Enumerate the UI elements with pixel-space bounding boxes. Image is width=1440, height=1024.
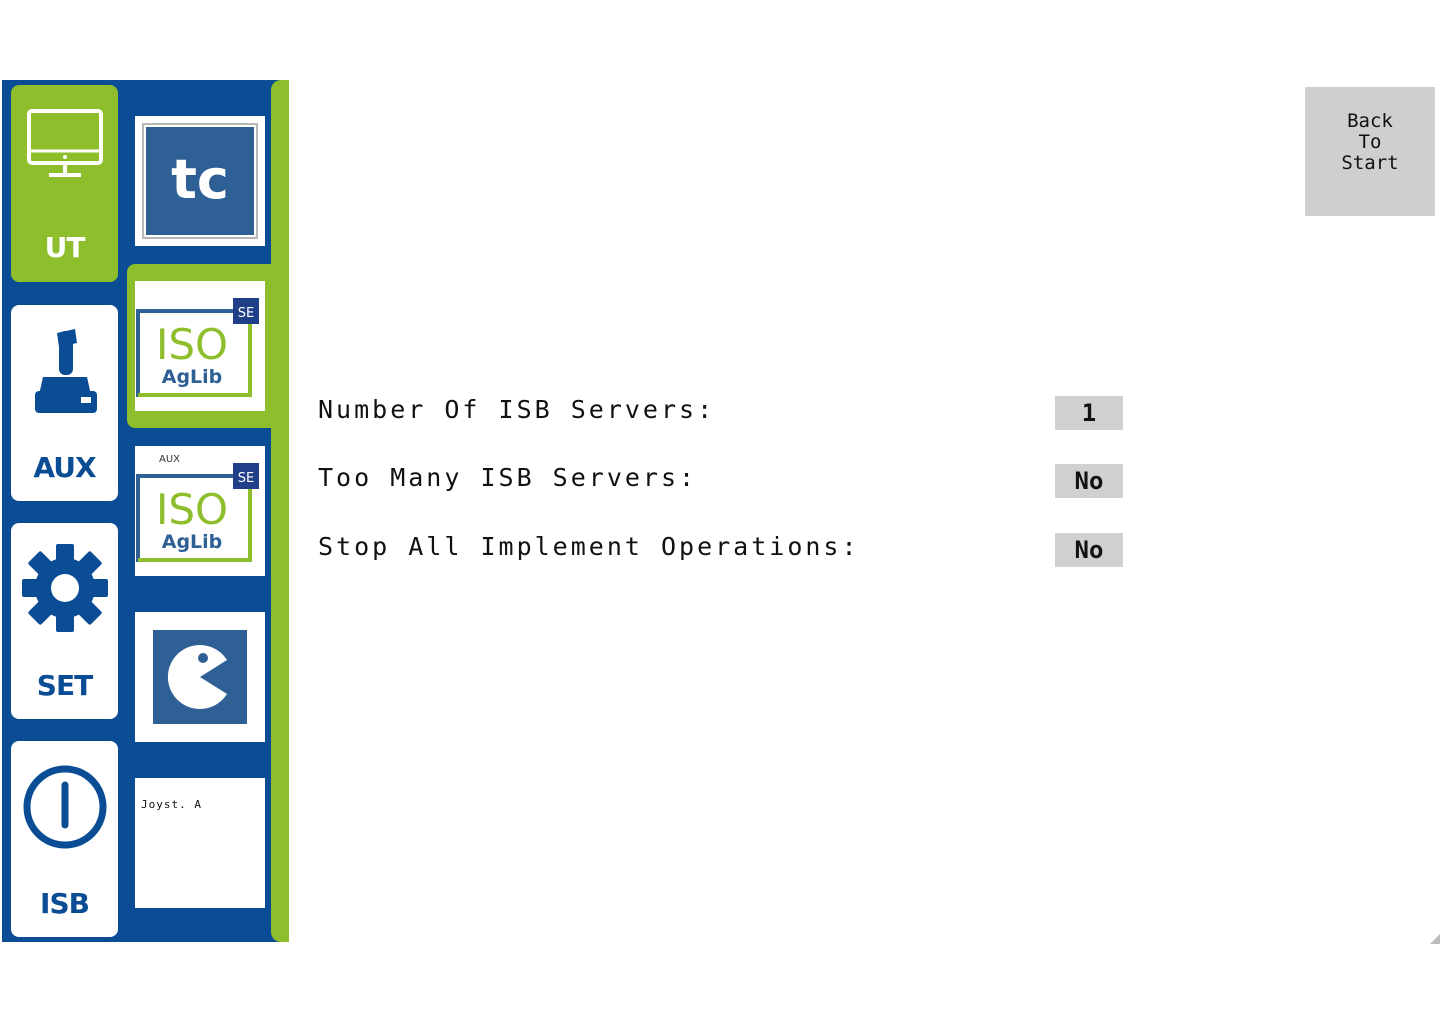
nav-set-label: SET	[36, 669, 93, 702]
stop-all-implement-operations-value: No	[1055, 533, 1123, 567]
back-to-start-line-2: To	[1358, 131, 1382, 153]
svg-text:SE: SE	[238, 471, 254, 486]
nav-ut-button[interactable]: UT	[11, 85, 118, 282]
back-to-start-line-3: Start	[1341, 152, 1399, 174]
nav-aux-button[interactable]: AUX	[11, 305, 118, 501]
svg-text:ISO: ISO	[156, 485, 228, 534]
isoaglib-aux-logo-icon: AUX SE ISO AgLib	[135, 446, 265, 576]
svg-text:AgLib: AgLib	[162, 531, 223, 553]
isoaglib-logo-icon: SE ISO AgLib	[135, 281, 265, 411]
pacman-icon	[153, 630, 247, 724]
svg-text:AUX: AUX	[159, 454, 180, 465]
too-many-isb-servers-label: Too Many ISB Servers:	[318, 463, 698, 492]
back-to-start-button[interactable]: Back To Start	[1305, 87, 1435, 216]
nav-isb-label: ISB	[40, 887, 90, 920]
resize-corner	[1430, 934, 1440, 944]
nav-ut-label: UT	[44, 231, 86, 264]
app-tile-isoaglib[interactable]: SE ISO AgLib	[135, 281, 265, 411]
svg-text:AgLib: AgLib	[162, 366, 223, 388]
nav-aux-label: AUX	[33, 451, 96, 484]
app-tile-tc[interactable]: tc	[135, 116, 265, 246]
app-tile-pacman[interactable]	[135, 612, 265, 742]
tc-icon: tc	[142, 123, 258, 239]
app-tile-joystick-a[interactable]: Joyst. A	[135, 778, 265, 908]
svg-text:tc: tc	[171, 148, 229, 211]
too-many-isb-servers-value: No	[1055, 464, 1123, 498]
svg-text:ISO: ISO	[156, 320, 228, 369]
back-to-start-line-1: Back	[1347, 110, 1393, 132]
nav-set-button[interactable]: SET	[11, 523, 118, 719]
svg-text:SE: SE	[238, 306, 254, 321]
app-tile-joystick-a-label: Joyst. A	[141, 798, 202, 811]
app-tile-isoaglib-aux[interactable]: AUX SE ISO AgLib	[135, 446, 265, 576]
joystick-icon	[11, 325, 118, 421]
isb-servers-count-label: Number Of ISB Servers:	[318, 395, 716, 424]
isb-servers-count-value: 1	[1055, 396, 1123, 430]
stop-all-implement-operations-label: Stop All Implement Operations:	[318, 532, 860, 561]
nav-isb-button[interactable]: ISB	[11, 741, 118, 937]
gear-icon	[11, 543, 118, 637]
monitor-icon	[11, 107, 118, 183]
sidebar-accent-strip	[271, 80, 289, 942]
power-icon	[11, 763, 118, 855]
